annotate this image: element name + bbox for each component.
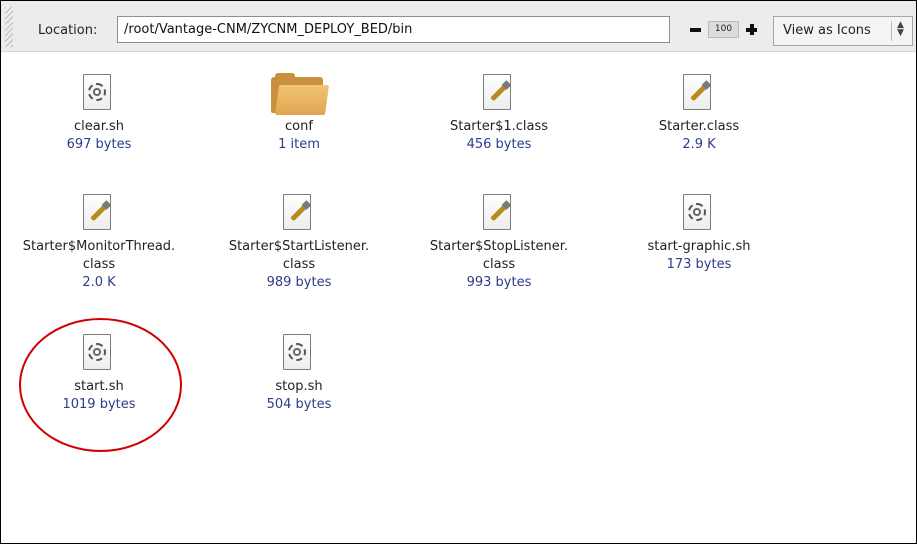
folder-icon	[271, 72, 330, 116]
file-label: conf 1 item	[199, 118, 399, 154]
file-name-line: class	[282, 257, 316, 272]
file-size: 173 bytes	[666, 257, 732, 272]
file-label: clear.sh 697 bytes	[1, 118, 199, 154]
location-label: Location:	[38, 23, 98, 38]
file-name-line: stop.sh	[275, 379, 323, 394]
file-name-line: clear.sh	[73, 119, 125, 134]
java-class-icon	[479, 72, 515, 112]
file-label: Starter$MonitorThread. class 2.0 K	[1, 238, 199, 292]
file-name-line: class	[82, 257, 116, 272]
zoom-level: 100	[708, 21, 739, 38]
file-label: start-graphic.sh 173 bytes	[599, 238, 799, 274]
file-label: Starter.class 2.9 K	[599, 118, 799, 154]
file-label: Starter$1.class 456 bytes	[399, 118, 599, 154]
toolbar-grip-handle[interactable]	[5, 7, 13, 47]
gear-script-icon	[679, 192, 715, 232]
location-toolbar: Location: /root/Vantage-CNM/ZYCNM_DEPLOY…	[1, 1, 916, 52]
file-name-line: conf	[285, 119, 313, 134]
file-size: 456 bytes	[466, 137, 532, 152]
file-size: 504 bytes	[266, 397, 332, 412]
java-class-icon	[79, 192, 115, 232]
file-size: 993 bytes	[466, 275, 532, 290]
file-name-line: Starter$MonitorThread.	[22, 239, 176, 254]
java-class-icon	[279, 192, 315, 232]
file-size: 2.9 K	[682, 137, 716, 152]
zoom-out-icon[interactable]	[686, 21, 704, 39]
file-name-line: Starter$1.class	[449, 119, 549, 134]
file-name-line: class	[482, 257, 516, 272]
file-size: 1 item	[278, 137, 320, 152]
file-label: stop.sh 504 bytes	[199, 378, 399, 414]
java-class-icon	[479, 192, 515, 232]
file-name-line: Starter$StartListener.	[228, 239, 370, 254]
file-size: 2.0 K	[82, 275, 116, 290]
view-mode-label: View as Icons	[783, 23, 871, 38]
file-browser-window: Location: /root/Vantage-CNM/ZYCNM_DEPLOY…	[0, 0, 917, 544]
file-label: Starter$StopListener. class 993 bytes	[399, 238, 599, 292]
file-name-line: Starter.class	[658, 119, 740, 134]
file-size: 697 bytes	[66, 137, 132, 152]
gear-script-icon	[79, 72, 115, 112]
chevron-down-icon: ▲ ▼	[897, 20, 904, 38]
java-class-icon	[679, 72, 715, 112]
highlight-circle	[19, 318, 182, 452]
gear-script-icon	[279, 332, 315, 372]
view-mode-select[interactable]: View as Icons ▲ ▼	[773, 16, 913, 46]
zoom-in-icon[interactable]	[743, 21, 761, 39]
file-name-line: start-graphic.sh	[647, 239, 751, 254]
location-input[interactable]: /root/Vantage-CNM/ZYCNM_DEPLOY_BED/bin	[117, 16, 670, 43]
file-name-line: Starter$StopListener.	[429, 239, 569, 254]
file-size: 989 bytes	[266, 275, 332, 290]
file-label: Starter$StartListener. class 989 bytes	[199, 238, 399, 292]
